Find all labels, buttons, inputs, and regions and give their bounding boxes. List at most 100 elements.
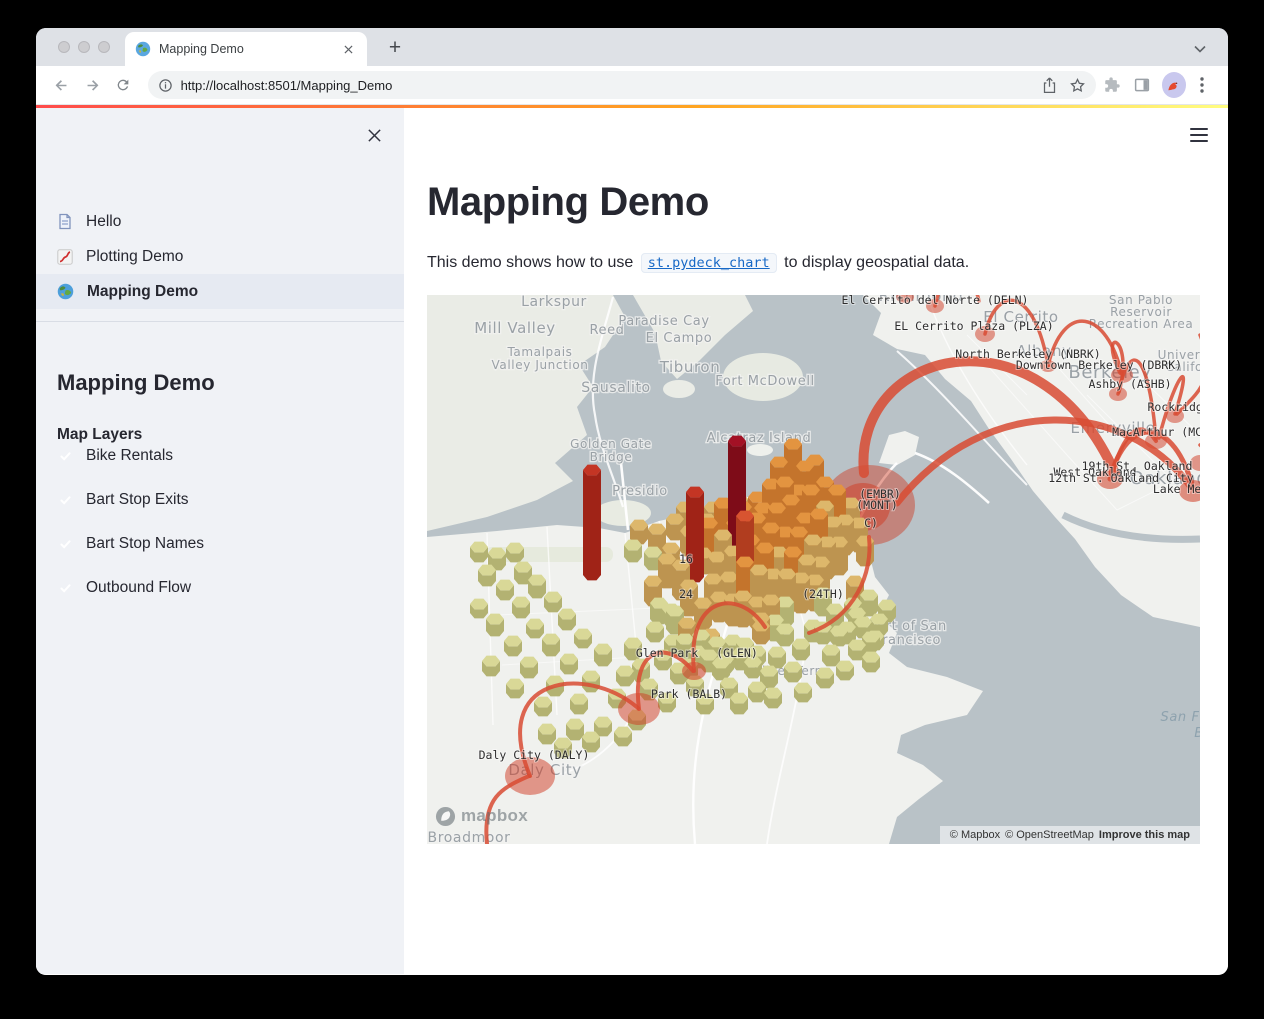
- streamlit-menu-button[interactable]: [1186, 122, 1212, 148]
- svg-text:(GLEN): (GLEN): [716, 646, 758, 660]
- checkbox-checked-icon[interactable]: [57, 580, 74, 597]
- page-info-icon[interactable]: [158, 78, 173, 93]
- svg-text:24: 24: [679, 587, 693, 601]
- tab-list-chevron-icon[interactable]: [1194, 40, 1206, 58]
- back-button[interactable]: [48, 71, 74, 99]
- svg-text:San Fr: San Fr: [1160, 710, 1200, 725]
- checkbox-label[interactable]: Bart Stop Names: [86, 535, 204, 553]
- globe-icon: [57, 283, 74, 300]
- sidebar-item-mapping-demo[interactable]: Mapping Demo: [36, 274, 404, 309]
- sidebar-item-label: Hello: [86, 213, 121, 231]
- svg-text:16: 16: [679, 552, 693, 566]
- checkbox-label[interactable]: Outbound Flow: [86, 579, 191, 597]
- svg-text:(MONT): (MONT): [856, 498, 898, 512]
- url-bar[interactable]: http://localhost:8501/Mapping_Demo: [148, 71, 1096, 99]
- svg-text:Fort McDowell: Fort McDowell: [715, 374, 815, 389]
- chart-icon: [57, 249, 73, 265]
- tab-favicon-globe-icon: [135, 41, 151, 57]
- svg-text:Bridge: Bridge: [590, 450, 633, 464]
- svg-text:Recreation Area: Recreation Area: [1089, 317, 1194, 331]
- checkbox-label[interactable]: Bart Stop Exits: [86, 491, 189, 509]
- svg-text:El Campo: El Campo: [646, 331, 713, 346]
- sidebar-item-hello[interactable]: Hello: [36, 204, 404, 239]
- svg-text:Ashby (ASHB): Ashby (ASHB): [1088, 377, 1171, 391]
- close-tab-icon[interactable]: [339, 40, 357, 58]
- page-title: Mapping Demo: [427, 178, 1228, 226]
- intro-paragraph: This demo shows how to use st.pydeck_cha…: [427, 250, 1228, 276]
- svg-text:Lake Merr: Lake Merr: [1153, 482, 1200, 496]
- sidebar-title: Mapping Demo: [57, 370, 404, 396]
- osm-attribution-link[interactable]: © OpenStreetMap: [1005, 829, 1094, 841]
- svg-text:B: B: [1194, 726, 1200, 741]
- browser-toolbar: http://localhost:8501/Mapping_Demo: [36, 66, 1228, 105]
- sidebar: Hello Plotting Demo: [36, 108, 404, 974]
- desktop-background: Mapping Demo + http://localhost:8501/Map…: [0, 0, 1264, 1019]
- pydeck-chart-doc-link[interactable]: st.pydeck_chart: [641, 253, 777, 273]
- intro-text: to display geospatial data.: [780, 254, 969, 271]
- sidebar-close-button[interactable]: [361, 122, 387, 148]
- minimize-window-button[interactable]: [78, 41, 90, 53]
- tab-title: Mapping Demo: [159, 42, 339, 56]
- svg-text:Park (BALB): Park (BALB): [651, 687, 727, 701]
- document-icon: [57, 213, 73, 230]
- svg-text:Presidio: Presidio: [612, 484, 668, 499]
- svg-text:Valley Junction: Valley Junction: [492, 358, 589, 372]
- sidebar-item-label: Mapping Demo: [87, 283, 198, 301]
- svg-text:Sausalito: Sausalito: [581, 380, 650, 396]
- svg-text:Tamalpais: Tamalpais: [506, 345, 572, 359]
- svg-text:C): C): [864, 516, 878, 530]
- checkbox-bart-stop-exits[interactable]: Bart Stop Exits: [57, 488, 404, 512]
- browser-menu-dots-icon[interactable]: [1188, 70, 1216, 100]
- svg-text:Glen Park: Glen Park: [636, 646, 698, 660]
- url-text[interactable]: http://localhost:8501/Mapping_Demo: [181, 78, 1030, 93]
- streamlit-app: Hello Plotting Demo: [36, 105, 1228, 974]
- map-canvas: LarkspurMill ValleyReedParadise CayEl Ca…: [427, 295, 1200, 844]
- svg-text:Mill Valley: Mill Valley: [474, 319, 556, 337]
- mapbox-wordmark: mapbox: [461, 806, 528, 826]
- svg-text:Downtown Berkeley (DBRK): Downtown Berkeley (DBRK): [1016, 358, 1182, 372]
- close-window-button[interactable]: [58, 41, 70, 53]
- sidebar-item-plotting-demo[interactable]: Plotting Demo: [36, 239, 404, 274]
- map-attribution: © Mapbox © OpenStreetMap Improve this ma…: [940, 826, 1200, 844]
- browser-window: Mapping Demo + http://localhost:8501/Map…: [36, 28, 1228, 975]
- svg-text:Broadmoor: Broadmoor: [427, 830, 510, 844]
- checkbox-bart-stop-names[interactable]: Bart Stop Names: [57, 532, 404, 556]
- pydeck-map[interactable]: LarkspurMill ValleyReedParadise CayEl Ca…: [427, 295, 1200, 844]
- svg-text:Rockridge (R: Rockridge (R: [1147, 400, 1200, 414]
- svg-text:Larkspur: Larkspur: [521, 295, 587, 310]
- svg-text:EL Cerrito Plaza (PLZA): EL Cerrito Plaza (PLZA): [894, 319, 1053, 333]
- window-controls: [58, 41, 110, 53]
- new-tab-button[interactable]: +: [380, 33, 410, 63]
- checkbox-checked-icon[interactable]: [57, 536, 74, 553]
- svg-text:Daly City (DALY): Daly City (DALY): [479, 748, 590, 762]
- mapbox-attribution-link[interactable]: © Mapbox: [950, 829, 1000, 841]
- bird-avatar-icon: [1166, 78, 1182, 92]
- intro-text: This demo shows how to use: [427, 254, 638, 271]
- sidebar-divider: [36, 321, 404, 322]
- tab-strip: Mapping Demo +: [36, 28, 1228, 66]
- page-nav: Hello Plotting Demo: [36, 204, 404, 309]
- bookmark-star-icon[interactable]: [1069, 77, 1086, 94]
- mapbox-logo[interactable]: mapbox: [435, 806, 528, 827]
- checkbox-bike-rentals[interactable]: Bike Rentals: [57, 444, 404, 468]
- reload-button[interactable]: [110, 71, 136, 99]
- improve-map-link[interactable]: Improve this map: [1099, 829, 1190, 841]
- checkbox-outbound-flow[interactable]: Outbound Flow: [57, 576, 404, 600]
- main-content: Mapping Demo This demo shows how to use …: [404, 108, 1228, 974]
- side-panel-icon[interactable]: [1128, 70, 1156, 100]
- checkbox-checked-icon[interactable]: [57, 492, 74, 509]
- profile-avatar[interactable]: [1162, 72, 1186, 98]
- map-layers-heading: Map Layers: [57, 426, 404, 444]
- svg-text:Golden Gate: Golden Gate: [570, 437, 652, 451]
- svg-text:MacArthur (MCAR: MacArthur (MCAR: [1112, 425, 1200, 439]
- zoom-window-button[interactable]: [98, 41, 110, 53]
- share-icon[interactable]: [1042, 77, 1057, 94]
- forward-button[interactable]: [79, 71, 105, 99]
- extensions-puzzle-icon[interactable]: [1098, 70, 1126, 100]
- svg-text:Tiburon: Tiburon: [659, 358, 721, 376]
- browser-tab[interactable]: Mapping Demo: [125, 32, 367, 66]
- checkbox-label[interactable]: Bike Rentals: [86, 447, 173, 465]
- checkbox-checked-icon[interactable]: [57, 448, 74, 465]
- svg-text:El Cerrito del Norte (DELN): El Cerrito del Norte (DELN): [842, 295, 1029, 307]
- mapbox-logo-icon: [435, 806, 456, 827]
